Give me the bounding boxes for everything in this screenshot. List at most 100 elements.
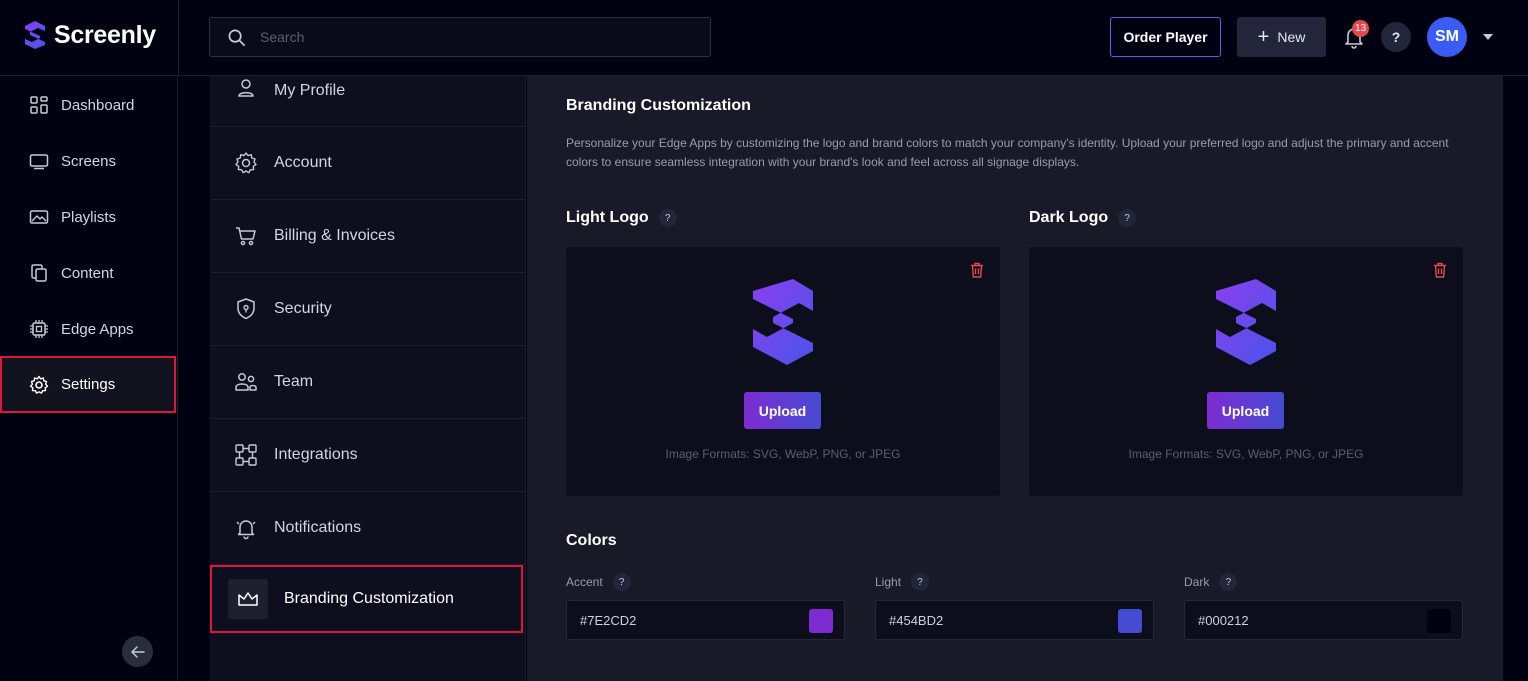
settings-item-label: Security xyxy=(274,300,332,317)
dark-logo-label: Dark Logo xyxy=(1029,209,1109,226)
app-name: Screenly xyxy=(54,20,156,49)
app-logo[interactable]: Screenly xyxy=(22,20,156,50)
light-logo-card: Upload Image Formats: SVG, WebP, PNG, or… xyxy=(566,247,1000,496)
arrow-left-icon xyxy=(130,645,145,658)
settings-item-notifications[interactable]: Notifications xyxy=(210,492,525,565)
settings-item-account[interactable]: Account xyxy=(210,127,525,200)
settings-menu: My Profile Account Billing & Invoices Se… xyxy=(210,76,526,681)
dark-color-heading: Dark ? xyxy=(1184,573,1238,591)
cart-icon xyxy=(236,227,256,246)
plus-icon: + xyxy=(1257,26,1270,48)
light-help-button[interactable]: ? xyxy=(911,573,930,591)
colors-heading: Colors xyxy=(566,532,617,549)
dark-logo-preview-icon xyxy=(1216,279,1276,365)
light-logo-help-button[interactable]: ? xyxy=(658,209,677,227)
sidebar-item-label: Playlists xyxy=(61,208,117,226)
bell-icon xyxy=(236,520,256,540)
delete-light-logo-trash-icon[interactable] xyxy=(968,261,986,279)
sidebar-item-settings[interactable]: Settings xyxy=(0,356,176,413)
crown-icon xyxy=(238,592,258,606)
delete-dark-logo-trash-icon[interactable] xyxy=(1431,261,1449,279)
integrations-icon xyxy=(235,444,257,466)
settings-item-label: Integrations xyxy=(274,446,358,463)
dark-logo-card: Upload Image Formats: SVG, WebP, PNG, or… xyxy=(1029,247,1463,496)
dark-logo-heading: Dark Logo ? xyxy=(1029,209,1137,227)
accent-color-label: Accent xyxy=(566,575,603,589)
dark-logo-help-button[interactable]: ? xyxy=(1118,209,1137,227)
sidebar-item-label: Content xyxy=(61,264,114,282)
new-button-label: New xyxy=(1277,29,1306,45)
light-color-field[interactable] xyxy=(875,600,1154,640)
accent-help-button[interactable]: ? xyxy=(612,573,631,591)
accent-color-field[interactable] xyxy=(566,600,845,640)
sidebar-item-label: Dashboard xyxy=(61,96,135,114)
settings-item-my-profile[interactable]: My Profile xyxy=(210,54,525,127)
settings-item-label: Account xyxy=(274,154,332,171)
light-logo-label: Light Logo xyxy=(566,209,649,226)
upload-dark-logo-button[interactable]: Upload xyxy=(1207,392,1284,429)
avatar[interactable]: SM xyxy=(1427,17,1467,57)
settings-item-label: My Profile xyxy=(274,82,346,99)
sidebar-item-screens[interactable]: Screens xyxy=(0,133,176,189)
settings-item-integrations[interactable]: Integrations xyxy=(210,419,525,492)
settings-item-label: Branding Customization xyxy=(284,590,454,607)
light-logo-preview-icon xyxy=(753,279,813,365)
caret-down-icon[interactable] xyxy=(1483,33,1493,41)
page-title: Branding Customization xyxy=(566,97,751,114)
notification-count-badge: 13 xyxy=(1352,20,1369,37)
shield-icon xyxy=(237,298,255,320)
order-player-button[interactable]: Order Player xyxy=(1110,17,1221,57)
search-input[interactable] xyxy=(260,29,680,45)
dark-color-swatch[interactable] xyxy=(1427,609,1451,633)
dark-color-input[interactable] xyxy=(1198,612,1398,628)
upload-light-logo-button[interactable]: Upload xyxy=(744,392,821,429)
light-color-swatch[interactable] xyxy=(1118,609,1142,633)
search-icon xyxy=(228,29,245,46)
screenly-logo-icon xyxy=(25,21,45,49)
settings-item-branding-customization[interactable]: Branding Customization xyxy=(210,565,523,633)
team-icon xyxy=(235,373,257,391)
accent-color-heading: Accent ? xyxy=(566,573,631,591)
dashboard-icon xyxy=(30,96,48,114)
accent-color-swatch[interactable] xyxy=(809,609,833,633)
settings-item-billing[interactable]: Billing & Invoices xyxy=(210,200,525,273)
light-color-label: Light xyxy=(875,575,902,589)
sidebar-item-playlists[interactable]: Playlists xyxy=(0,189,176,245)
dark-logo-formats-hint: Image Formats: SVG, WebP, PNG, or JPEG xyxy=(1128,447,1364,461)
branding-panel: Branding Customization Personalize your … xyxy=(527,76,1503,681)
sidebar: Dashboard Screens Playlists Content Edge… xyxy=(0,76,178,681)
light-color-heading: Light ? xyxy=(875,573,930,591)
new-button[interactable]: + New xyxy=(1237,17,1326,57)
sidebar-item-content[interactable]: Content xyxy=(0,245,176,301)
light-color-input[interactable] xyxy=(889,612,1089,628)
sidebar-item-label: Edge Apps xyxy=(61,320,134,338)
sidebar-item-label: Settings xyxy=(61,376,116,393)
light-logo-formats-hint: Image Formats: SVG, WebP, PNG, or JPEG xyxy=(665,447,901,461)
content-icon xyxy=(31,264,47,282)
dark-color-label: Dark xyxy=(1184,575,1210,589)
sidebar-item-edge-apps[interactable]: Edge Apps xyxy=(0,301,176,357)
screen-icon xyxy=(29,154,49,170)
crown-icon-box xyxy=(228,579,268,619)
settings-item-label: Team xyxy=(274,373,314,390)
dark-help-button[interactable]: ? xyxy=(1219,573,1238,591)
help-button[interactable]: ? xyxy=(1381,22,1411,52)
gear-icon xyxy=(29,375,49,394)
settings-item-label: Billing & Invoices xyxy=(274,227,395,244)
settings-item-team[interactable]: Team xyxy=(210,346,525,419)
divider xyxy=(178,0,179,76)
dark-color-field[interactable] xyxy=(1184,600,1463,640)
user-icon xyxy=(238,79,254,97)
settings-item-security[interactable]: Security xyxy=(210,273,525,346)
gear-icon xyxy=(235,152,257,174)
collapse-sidebar-button[interactable] xyxy=(122,636,153,667)
sidebar-item-dashboard[interactable]: Dashboard xyxy=(0,77,176,133)
playlist-icon xyxy=(29,210,49,224)
sidebar-item-label: Screens xyxy=(61,152,117,170)
light-logo-heading: Light Logo ? xyxy=(566,209,677,227)
settings-item-label: Notifications xyxy=(274,519,362,536)
search-box[interactable] xyxy=(209,17,711,57)
page-gutter xyxy=(1503,76,1528,681)
chip-icon xyxy=(30,320,48,338)
accent-color-input[interactable] xyxy=(580,612,780,628)
